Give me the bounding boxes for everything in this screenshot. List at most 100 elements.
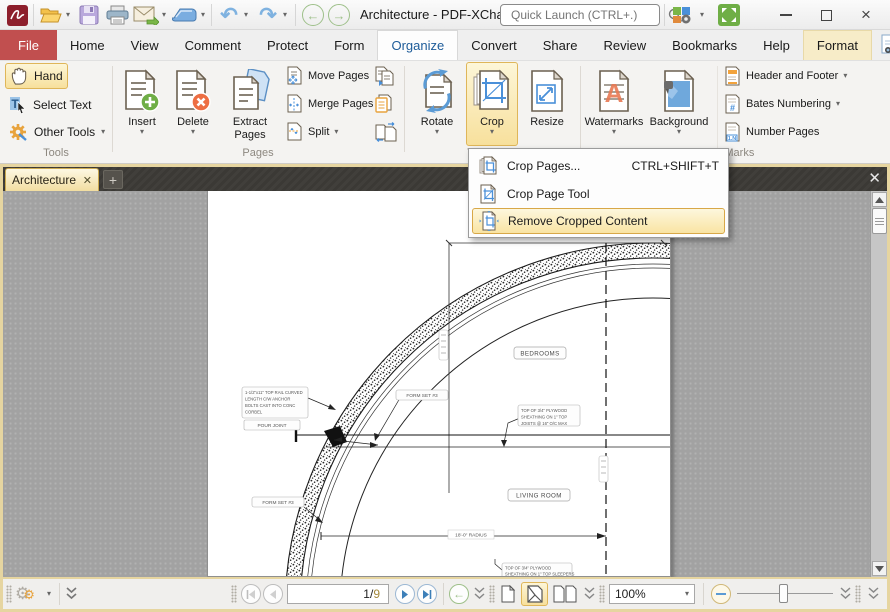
header-footer-button[interactable]: Header and Footer ▾	[724, 64, 847, 88]
watermarks-button[interactable]: A Watermarks ▾	[584, 63, 644, 143]
open-file-button[interactable]	[39, 3, 63, 27]
document-tab-close-icon[interactable]: ✕	[83, 174, 92, 187]
tab-comment[interactable]: Comment	[172, 30, 254, 60]
first-page-button[interactable]	[241, 584, 261, 604]
split-label: Split	[308, 126, 329, 138]
close-pane-button[interactable]: ✕	[868, 169, 881, 187]
email-button[interactable]	[132, 3, 160, 27]
header-footer-caret: ▾	[843, 72, 847, 80]
zoom-options-chevron[interactable]	[839, 587, 852, 601]
maximize-button[interactable]	[806, 0, 846, 30]
architecture-drawing: BEDROOMS LIVING ROOM FORM SET #3 FORM SE…	[208, 191, 670, 576]
two-page-layout-button[interactable]	[551, 582, 581, 606]
undo-button[interactable]: ↶	[217, 3, 241, 27]
radius-dimension-label: 18'-0" RADIUS	[455, 533, 487, 539]
ui-options-dropdown[interactable]: ▾	[697, 3, 707, 27]
redo-dropdown[interactable]: ▾	[280, 3, 290, 27]
nav-back-button[interactable]: ←	[302, 4, 324, 26]
tab-convert[interactable]: Convert	[458, 30, 530, 60]
crop-pages-shortcut: CTRL+SHIFT+T	[632, 159, 719, 173]
delete-pages-icon	[173, 63, 213, 113]
exchange-pages-button[interactable]	[374, 120, 398, 144]
bates-numbering-button[interactable]: # Bates Numbering ▾	[724, 92, 840, 116]
watermarks-caret: ▾	[612, 128, 616, 136]
svg-text:1.N: 1.N	[728, 136, 737, 142]
quick-launch-box[interactable]	[500, 4, 660, 26]
resize-button[interactable]: Resize	[521, 63, 573, 143]
select-text-button[interactable]: T Select Text	[5, 92, 95, 118]
previous-page-button[interactable]	[263, 584, 283, 604]
tab-organize[interactable]: Organize	[377, 30, 458, 60]
other-tools-button[interactable]: Other Tools ▾	[5, 119, 109, 145]
split-icon	[285, 122, 303, 142]
menu-item-crop-page-tool[interactable]: Crop Page Tool	[472, 180, 725, 208]
pdf-page[interactable]: BEDROOMS LIVING ROOM FORM SET #3 FORM SE…	[207, 191, 671, 577]
crop-button[interactable]: Crop ▾	[466, 62, 518, 146]
scroll-up-button[interactable]	[872, 192, 887, 207]
zoom-slider-handle[interactable]	[779, 584, 788, 603]
tab-help[interactable]: Help	[750, 30, 803, 60]
previous-view-button[interactable]: ←	[449, 584, 469, 604]
delete-pages-button[interactable]: Delete ▾	[168, 63, 218, 143]
zoom-out-button[interactable]	[711, 584, 731, 604]
ui-options-button[interactable]	[670, 3, 696, 27]
fullscreen-button[interactable]	[716, 3, 742, 27]
tab-form[interactable]: Form	[321, 30, 377, 60]
status-options-caret[interactable]: ▾	[47, 590, 51, 598]
expand-pane-button[interactable]	[65, 587, 78, 601]
hand-tool-button[interactable]: Hand	[5, 63, 68, 89]
extract-pages-button[interactable]: ExtractPages	[222, 63, 278, 143]
last-page-button[interactable]	[417, 584, 437, 604]
tab-protect[interactable]: Protect	[254, 30, 321, 60]
single-page-layout-button[interactable]	[497, 582, 519, 606]
number-pages-button[interactable]: 1.N Number Pages	[724, 120, 819, 144]
scroll-down-button[interactable]	[872, 561, 887, 576]
quick-launch-input[interactable]	[509, 7, 668, 23]
email-dropdown[interactable]: ▾	[159, 3, 169, 27]
merge-pages-button[interactable]: Merge Pages	[285, 92, 373, 116]
save-button[interactable]	[77, 3, 101, 27]
tab-file[interactable]: File	[0, 30, 57, 60]
insert-pages-button[interactable]: Insert ▾	[117, 63, 167, 143]
zoom-level-select[interactable]: 100% ▾	[609, 584, 695, 604]
status-options-button[interactable]: ⚙⚙	[15, 584, 35, 604]
tab-share[interactable]: Share	[530, 30, 591, 60]
background-button[interactable]: Background ▾	[646, 63, 712, 143]
scrollbar-thumb[interactable]	[872, 208, 887, 234]
open-file-dropdown[interactable]: ▾	[63, 3, 73, 27]
tab-review[interactable]: Review	[590, 30, 659, 60]
redo-button[interactable]: ↷	[256, 3, 280, 27]
layout-options-chevron[interactable]	[583, 587, 596, 601]
app-logo-icon	[5, 3, 29, 27]
page-number-field[interactable]: 1/9	[287, 584, 389, 604]
new-tab-button[interactable]: +	[103, 170, 123, 189]
scanner-button[interactable]	[171, 3, 199, 27]
background-caret: ▾	[677, 128, 681, 136]
tab-format[interactable]: Format	[803, 30, 872, 60]
view-history-chevron[interactable]	[473, 587, 486, 601]
print-button[interactable]	[104, 3, 130, 27]
tab-home[interactable]: Home	[57, 30, 118, 60]
replace-pages-button[interactable]	[374, 92, 396, 116]
move-pages-button[interactable]: Move Pages	[285, 64, 369, 88]
duplicate-pages-button[interactable]	[374, 64, 396, 88]
document-tab-architecture[interactable]: Architecture ✕	[5, 168, 99, 191]
document-canvas[interactable]: BEDROOMS LIVING ROOM FORM SET #3 FORM SE…	[3, 191, 887, 577]
vertical-scrollbar[interactable]	[870, 191, 887, 577]
nav-forward-button[interactable]: →	[328, 4, 350, 26]
insert-pages-caret: ▾	[140, 128, 144, 136]
close-button[interactable]: ×	[846, 0, 886, 30]
statusbar-more-chevron[interactable]	[867, 587, 880, 601]
tab-view[interactable]: View	[118, 30, 172, 60]
undo-dropdown[interactable]: ▾	[241, 3, 251, 27]
find-button[interactable]: Find...	[880, 30, 890, 60]
split-button[interactable]: Split ▾	[285, 120, 338, 144]
fit-width-layout-button[interactable]	[521, 582, 548, 606]
menu-item-remove-cropped-content[interactable]: Remove Cropped Content	[472, 208, 725, 234]
tab-bookmarks[interactable]: Bookmarks	[659, 30, 750, 60]
menu-item-crop-pages[interactable]: Crop Pages... CTRL+SHIFT+T	[472, 152, 725, 180]
scanner-dropdown[interactable]: ▾	[198, 3, 208, 27]
rotate-button[interactable]: Rotate ▾	[410, 63, 464, 143]
minimize-button[interactable]	[766, 0, 806, 30]
next-page-button[interactable]	[395, 584, 415, 604]
